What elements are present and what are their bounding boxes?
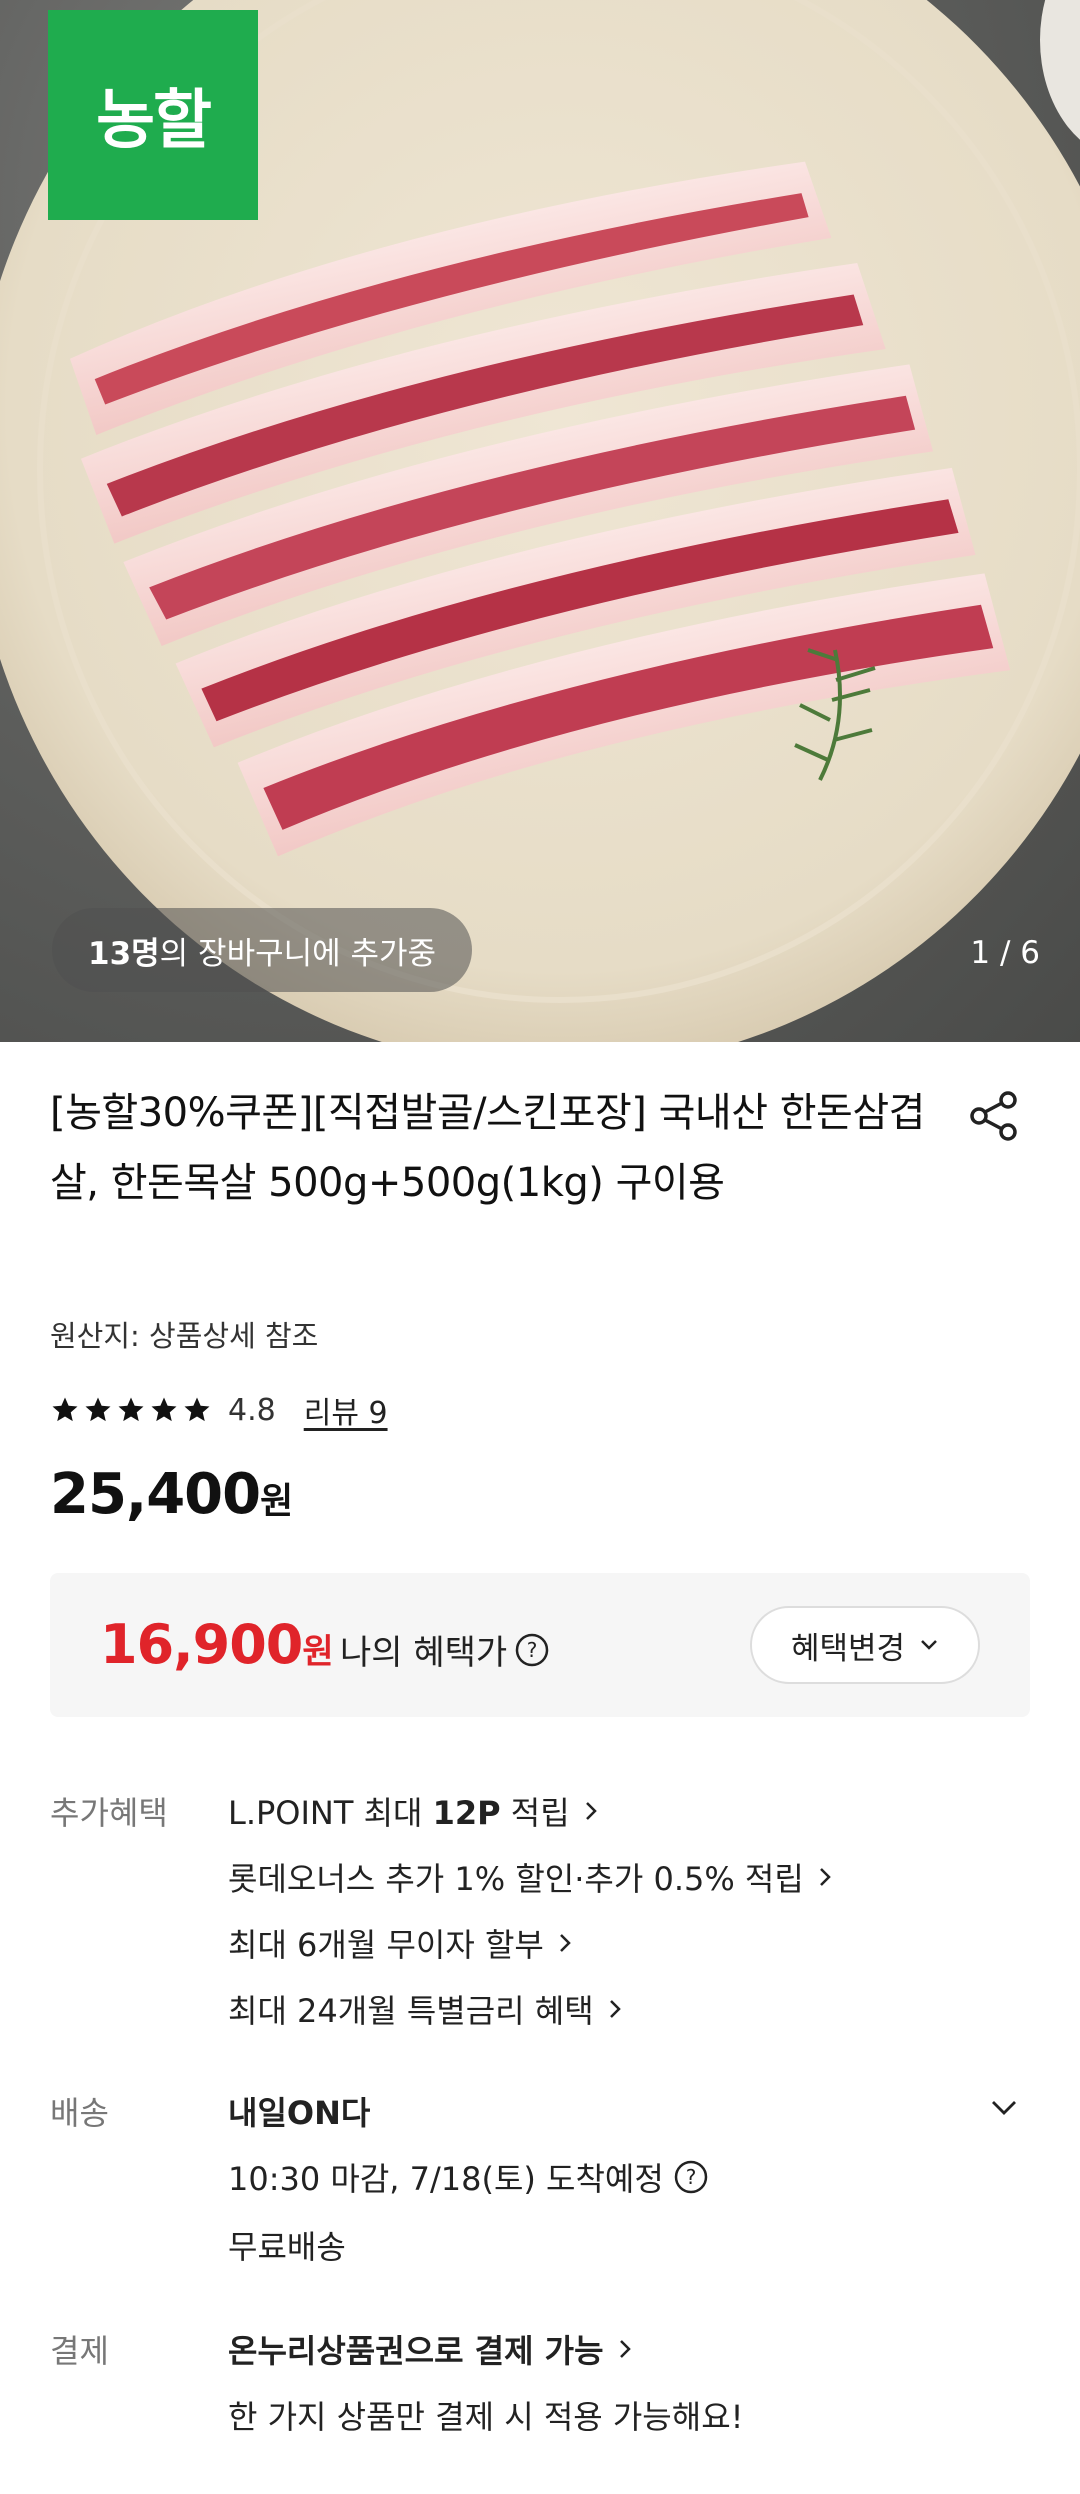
- share-button[interactable]: [964, 1086, 1024, 1146]
- extra-benefit-lpoint[interactable]: L.POINT 최대 12P 적립: [228, 1788, 602, 1834]
- origin-info: 원산지: 상품상세 참조: [50, 1319, 319, 1353]
- benefit-label-text: 나의 혜택가: [340, 1633, 508, 1673]
- star-icon: [118, 1397, 144, 1422]
- help-icon[interactable]: ?: [515, 1633, 549, 1667]
- delivery-label: 배송: [50, 2094, 109, 2132]
- benefit-price-box: 16,900원 나의 혜택가 ? 혜택변경: [50, 1573, 1030, 1717]
- svg-text:?: ?: [686, 2165, 697, 2189]
- payment-description: 한 가지 상품만 결제 시 적용 가능해요!: [228, 2398, 744, 2436]
- change-benefit-button[interactable]: 혜택변경: [750, 1606, 980, 1684]
- extra-benefits-label: 추가혜택: [50, 1794, 168, 1832]
- chevron-right-icon: [559, 1934, 571, 1952]
- payment-label: 결제: [50, 2332, 109, 2370]
- star-icon: [151, 1397, 177, 1422]
- benefit-price: 16,900원: [100, 1613, 334, 1676]
- svg-text:?: ?: [527, 1638, 538, 1662]
- original-price-unit: 원: [260, 1481, 293, 1522]
- cart-count: 13명: [88, 935, 160, 972]
- delivery-eta: 10:30 마감, 7/18(토) 도착예정 ?: [228, 2154, 708, 2200]
- help-icon[interactable]: ?: [674, 2160, 708, 2194]
- original-price: 25,400원: [50, 1462, 293, 1527]
- payment-onnuri-link[interactable]: 온누리상품권으로 결제 가능: [228, 2326, 636, 2372]
- benefit-price-value: 16,900: [100, 1613, 303, 1676]
- brand-logo: 농할: [48, 10, 258, 220]
- change-benefit-label: 혜택변경: [790, 1630, 906, 1667]
- rating-stars: [50, 1395, 212, 1425]
- delivery-title: 내일ON다: [228, 2094, 371, 2132]
- star-icon: [85, 1397, 111, 1422]
- rating-row: 4.8 리뷰 9: [50, 1388, 388, 1432]
- cart-text: 의 장바구니에 추가중: [159, 935, 437, 972]
- extra-benefit-special-rate[interactable]: 최대 24개월 특별금리 혜택: [228, 1986, 626, 2032]
- review-link[interactable]: 리뷰 9: [304, 1388, 388, 1432]
- delivery-fee: 무료배송: [228, 2228, 346, 2266]
- chevron-down-icon: [921, 1640, 937, 1650]
- chevron-down-icon: [992, 2101, 1016, 2115]
- chevron-right-icon: [609, 2000, 621, 2018]
- chevron-right-icon: [819, 1868, 831, 1886]
- delivery-expand-button[interactable]: [984, 2088, 1024, 2128]
- extra-benefit-lotte-owners[interactable]: 롯데오너스 추가 1% 할인·추가 0.5% 적립: [228, 1854, 836, 1900]
- extra-benefit-installment[interactable]: 최대 6개월 무이자 할부: [228, 1920, 576, 1966]
- cart-activity-badge: 13명 의 장바구니에 추가중: [52, 908, 473, 992]
- benefit-label: 나의 혜택가 ?: [340, 1625, 549, 1674]
- chevron-right-icon: [619, 2340, 631, 2358]
- star-icon: [184, 1397, 210, 1422]
- benefit-price-unit: 원: [302, 1632, 333, 1672]
- original-price-value: 25,400: [50, 1462, 261, 1527]
- chevron-right-icon: [585, 1802, 597, 1820]
- rating-value: 4.8: [228, 1392, 276, 1428]
- share-icon: [970, 1091, 1017, 1141]
- product-title: [농할30%쿠폰][직접발골/스킨포장] 국내산 한돈삼겹살, 한돈목살 500…: [50, 1090, 925, 1206]
- image-page-indicator: 1 / 6: [970, 935, 1040, 971]
- star-icon: [52, 1397, 78, 1422]
- product-image-carousel[interactable]: 농할 13명 의 장바구니에 추가중 1 / 6: [0, 0, 1080, 1042]
- brand-logo-text: 농할: [96, 84, 212, 158]
